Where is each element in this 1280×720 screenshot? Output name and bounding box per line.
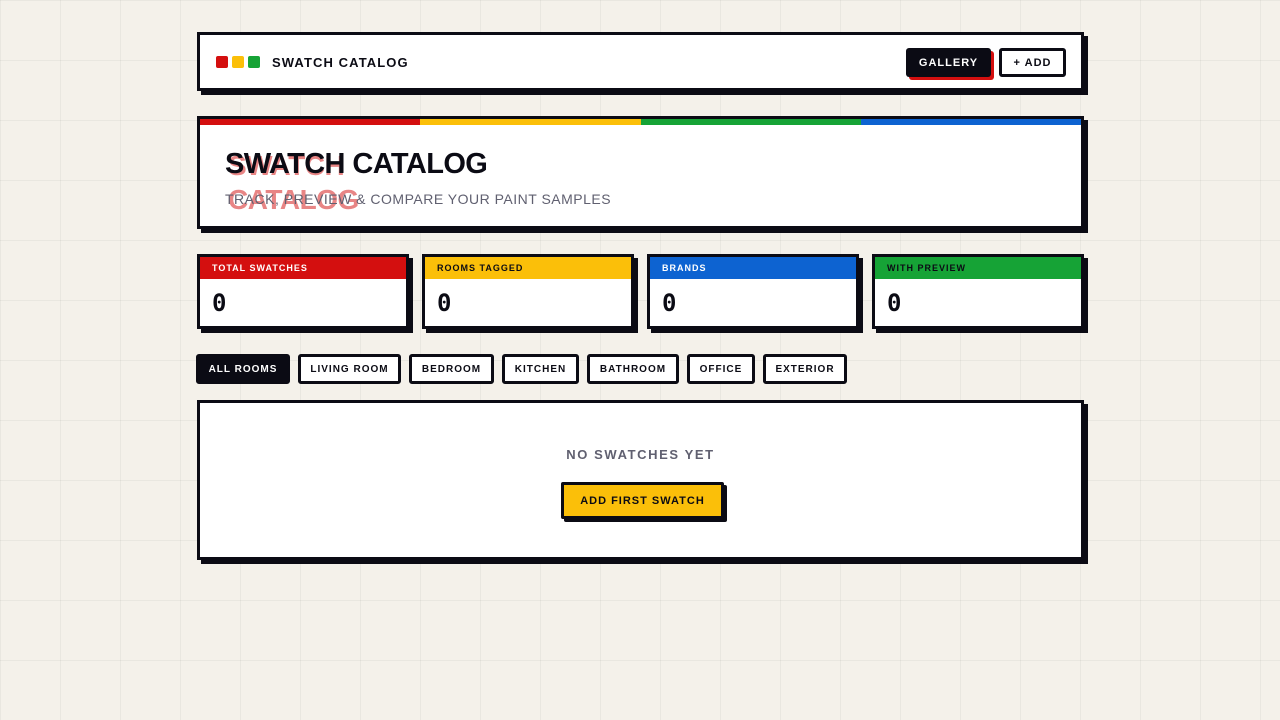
add-first-swatch-button[interactable]: ADD FIRST SWATCH bbox=[561, 482, 724, 519]
add-button[interactable]: + ADD bbox=[999, 48, 1066, 77]
hero-panel: SWATCH CATALOG SWATCH CATALOG TRACK, PRE… bbox=[197, 116, 1084, 229]
stat-label: TOTAL SWATCHES bbox=[200, 257, 406, 279]
green-dot-icon bbox=[248, 56, 260, 68]
filter-tab-all-rooms[interactable]: ALL ROOMS bbox=[196, 354, 290, 384]
filter-tab-bathroom[interactable]: BATHROOM bbox=[587, 354, 679, 384]
stripe-green bbox=[641, 119, 861, 125]
yellow-dot-icon bbox=[232, 56, 244, 68]
filter-tab-bedroom[interactable]: BEDROOM bbox=[409, 354, 494, 384]
filter-tab-living-room[interactable]: LIVING ROOM bbox=[298, 354, 401, 384]
brand-dots bbox=[216, 56, 260, 68]
stripe-blue bbox=[861, 119, 1081, 125]
brand-title: SWATCH CATALOG bbox=[272, 55, 409, 70]
stat-value: 0 bbox=[662, 289, 677, 317]
empty-state-message: NO SWATCHES YET bbox=[566, 447, 715, 462]
gallery-button[interactable]: GALLERY bbox=[906, 48, 991, 77]
stripe-red bbox=[200, 119, 420, 125]
stat-label: ROOMS TAGGED bbox=[425, 257, 631, 279]
stat-value: 0 bbox=[212, 289, 227, 317]
stat-card-with-preview: WITH PREVIEW 0 bbox=[872, 254, 1084, 329]
filter-tab-exterior[interactable]: EXTERIOR bbox=[763, 354, 847, 384]
page-subtitle: TRACK, PREVIEW & COMPARE YOUR PAINT SAMP… bbox=[225, 191, 612, 207]
stat-card-brands: BRANDS 0 bbox=[647, 254, 859, 329]
page-title: SWATCH CATALOG bbox=[225, 148, 488, 180]
filter-tab-office[interactable]: OFFICE bbox=[687, 354, 755, 384]
stat-card-rooms-tagged: ROOMS TAGGED 0 bbox=[422, 254, 634, 329]
red-dot-icon bbox=[216, 56, 228, 68]
stat-label: WITH PREVIEW bbox=[875, 257, 1081, 279]
stripe-yellow bbox=[420, 119, 641, 125]
stat-card-total-swatches: TOTAL SWATCHES 0 bbox=[197, 254, 409, 329]
filter-tab-kitchen[interactable]: KITCHEN bbox=[502, 354, 579, 384]
stat-value: 0 bbox=[437, 289, 452, 317]
swatch-list-panel: NO SWATCHES YET ADD FIRST SWATCH bbox=[197, 400, 1084, 560]
stat-value: 0 bbox=[887, 289, 902, 317]
top-bar: SWATCH CATALOG GALLERY + ADD bbox=[197, 32, 1084, 91]
stat-label: BRANDS bbox=[650, 257, 856, 279]
